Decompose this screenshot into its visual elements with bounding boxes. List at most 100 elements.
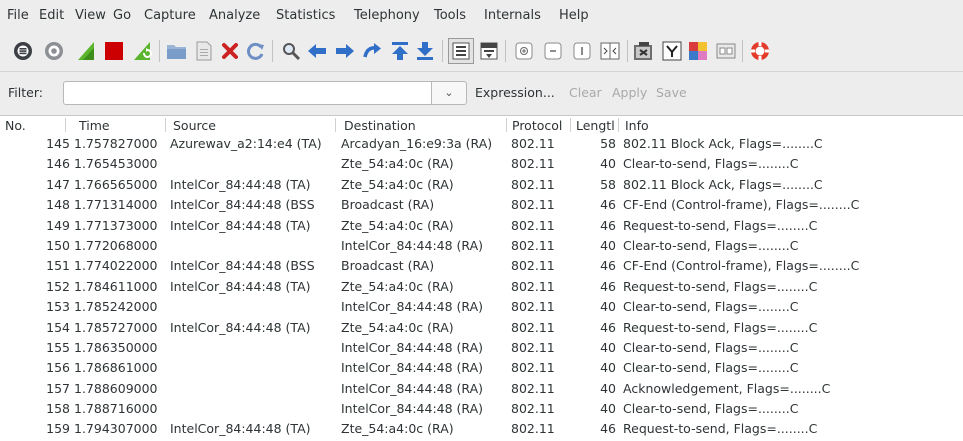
packet-row[interactable]: 149 1.771373000 IntelCor_84:44:48 (TA) Zte_… <box>0 217 963 237</box>
packet-protocol-cell: 802.11 <box>511 319 555 335</box>
open-file-icon[interactable] <box>166 40 188 62</box>
stop-capture-icon[interactable] <box>103 40 125 62</box>
packet-source-cell: IntelCor_84:44:48 (TA) <box>170 421 311 437</box>
packet-time-cell: 1.785727000 <box>74 319 158 335</box>
packet-number-cell: 150 <box>46 237 70 253</box>
menu-internals[interactable]: Internals <box>484 0 541 31</box>
packet-row[interactable]: 159 1.794307000 IntelCor_84:44:48 (TA) Zte_… <box>0 420 963 440</box>
packet-length-cell: 46 <box>600 258 616 274</box>
packet-protocol-cell: 802.11 <box>511 380 555 396</box>
menu-statistics[interactable]: Statistics <box>276 0 335 31</box>
autoscroll-icon[interactable] <box>478 40 500 62</box>
packet-destination-cell: IntelCor_84:44:48 (RA) <box>341 299 484 315</box>
packet-row[interactable]: 158 1.788716000 IntelCor_84:44:48 (RA) 802.… <box>0 400 963 420</box>
find-packet-icon[interactable] <box>280 40 302 62</box>
packet-time-cell: 1.765453000 <box>74 156 158 172</box>
filter-dropdown-button[interactable]: ⌄ <box>432 81 467 105</box>
main-toolbar <box>0 31 963 72</box>
go-back-icon[interactable] <box>306 40 328 62</box>
packet-row[interactable]: 155 1.786350000 IntelCor_84:44:48 (RA) 802.… <box>0 339 963 359</box>
packet-number-cell: 148 <box>46 197 70 213</box>
packet-number-cell: 146 <box>46 156 70 172</box>
packet-destination-cell: Broadcast (RA) <box>341 197 435 213</box>
zoom-in-icon[interactable] <box>513 40 535 62</box>
packet-destination-cell: Zte_54:a4:0c (RA) <box>341 217 454 233</box>
packet-info-cell: Clear-to-send, Flags=........C <box>623 156 799 172</box>
packet-time-cell: 1.771314000 <box>74 197 158 213</box>
go-forward-icon[interactable] <box>334 40 356 62</box>
clear-button[interactable]: Clear <box>569 85 602 100</box>
save-filter-button[interactable]: Save <box>656 85 687 100</box>
packet-row[interactable]: 148 1.771314000 IntelCor_84:44:48 (BSS Broa… <box>0 196 963 216</box>
colorize-icon[interactable] <box>448 38 474 64</box>
packet-length-cell: 46 <box>600 217 616 233</box>
menu-tools[interactable]: Tools <box>434 0 466 31</box>
menu-analyze[interactable]: Analyze <box>209 0 260 31</box>
column-header-label: Info <box>625 118 649 133</box>
menu-file[interactable]: File <box>7 0 29 31</box>
column-header-destination[interactable]: Destination <box>336 118 507 135</box>
column-header-protocol[interactable]: Protocol <box>507 118 571 135</box>
packet-row[interactable]: 156 1.786861000 IntelCor_84:44:48 (RA) 802.… <box>0 359 963 379</box>
expression-button[interactable]: Expression... <box>475 85 555 100</box>
packet-destination-cell: Zte_54:a4:0c (RA) <box>341 421 454 437</box>
toolbar-separator <box>627 40 628 62</box>
packet-row[interactable]: 154 1.785727000 IntelCor_84:44:48 (TA) Zte_… <box>0 319 963 339</box>
apply-button[interactable]: Apply <box>612 85 647 100</box>
go-last-icon[interactable] <box>414 40 436 62</box>
packet-row[interactable]: 150 1.772068000 IntelCor_84:44:48 (RA) 802.… <box>0 237 963 257</box>
packet-number-cell: 158 <box>46 401 70 417</box>
column-header-length[interactable]: Lengtl <box>571 118 619 135</box>
packet-row[interactable]: 152 1.784611000 IntelCor_84:44:48 (TA) Zte_… <box>0 278 963 298</box>
display-filter-input[interactable] <box>63 81 432 105</box>
close-file-icon[interactable] <box>219 40 241 62</box>
filter-toolbar: Filter: ⌄ Expression... Clear Apply Save <box>0 72 963 116</box>
menu-telephony[interactable]: Telephony <box>354 0 420 31</box>
start-capture-icon[interactable] <box>75 40 97 62</box>
capture-options-icon[interactable] <box>43 40 65 62</box>
packet-length-cell: 40 <box>600 339 616 355</box>
toolbar-separator <box>272 40 273 62</box>
menu-capture[interactable]: Capture <box>144 0 196 31</box>
packet-row[interactable]: 146 1.765453000 Zte_54:a4:0c (RA) 802.11 40 C… <box>0 155 963 175</box>
column-header-label: No. <box>5 118 26 133</box>
chevron-down-icon: ⌄ <box>444 86 454 99</box>
column-header-info[interactable]: Info <box>619 118 963 135</box>
packet-row[interactable]: 157 1.788609000 IntelCor_84:44:48 (RA) 802.… <box>0 380 963 400</box>
menu-edit[interactable]: Edit <box>39 0 64 31</box>
go-to-packet-icon[interactable] <box>362 40 384 62</box>
coloring-rules-icon[interactable] <box>687 40 709 62</box>
packet-length-cell: 46 <box>600 278 616 294</box>
help-icon[interactable] <box>749 40 771 62</box>
packet-row[interactable]: 151 1.774022000 IntelCor_84:44:48 (BSS Broa… <box>0 257 963 277</box>
column-header-time[interactable]: Time <box>66 118 166 135</box>
packet-source-cell: IntelCor_84:44:48 (BSS <box>170 197 315 213</box>
go-first-icon[interactable] <box>389 40 411 62</box>
packet-length-cell: 40 <box>600 299 616 315</box>
packet-number-cell: 153 <box>46 299 70 315</box>
packet-destination-cell: IntelCor_84:44:48 (RA) <box>341 237 484 253</box>
packet-info-cell: Request-to-send, Flags=........C <box>623 421 818 437</box>
reload-icon[interactable] <box>245 40 267 62</box>
resize-columns-icon[interactable] <box>599 40 621 62</box>
preferences-icon[interactable] <box>715 40 737 62</box>
packet-source-cell: IntelCor_84:44:48 (TA) <box>170 278 311 294</box>
packet-row[interactable]: 147 1.766565000 IntelCor_84:44:48 (TA) Zte_… <box>0 176 963 196</box>
capture-interfaces-icon[interactable] <box>12 40 34 62</box>
normal-size-icon[interactable] <box>571 40 593 62</box>
packet-protocol-cell: 802.11 <box>511 278 555 294</box>
menu-go[interactable]: Go <box>113 0 131 31</box>
menu-help[interactable]: Help <box>559 0 589 31</box>
column-header-no[interactable]: No. <box>0 118 66 135</box>
save-file-icon[interactable] <box>193 40 215 62</box>
menu-view[interactable]: View <box>75 0 106 31</box>
packet-row[interactable]: 145 1.757827000 Azurewav_a2:14:e4 (TA) Arca… <box>0 135 963 155</box>
display-filters-icon[interactable] <box>661 40 683 62</box>
filter-label: Filter: <box>8 85 43 100</box>
column-header-source[interactable]: Source <box>166 118 336 135</box>
packet-row[interactable]: 153 1.785242000 IntelCor_84:44:48 (RA) 802.… <box>0 298 963 318</box>
zoom-out-icon[interactable] <box>542 40 564 62</box>
capture-filters-icon[interactable] <box>633 40 655 62</box>
restart-capture-icon[interactable] <box>131 40 153 62</box>
packet-number-cell: 155 <box>46 339 70 355</box>
